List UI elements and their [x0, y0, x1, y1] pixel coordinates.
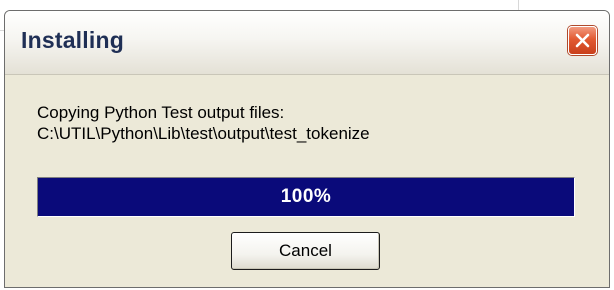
close-button[interactable] — [568, 26, 597, 55]
progress-bar: 100% — [37, 177, 575, 217]
dialog-body: Copying Python Test output files: C:\UTI… — [5, 75, 609, 287]
progress-percent-label: 100% — [280, 186, 332, 207]
file-path-text: C:\UTIL\Python\Lib\test\output\test_toke… — [37, 124, 370, 143]
cancel-button[interactable]: Cancel — [231, 232, 380, 270]
window-title: Installing — [21, 27, 124, 53]
close-x-icon — [575, 33, 590, 48]
installing-dialog: Installing Copying Python Test output fi… — [4, 10, 610, 288]
title-bar[interactable]: Installing — [5, 11, 609, 75]
status-message: Copying Python Test output files: C:\UTI… — [37, 102, 370, 144]
status-message-line: Copying Python Test output files: — [37, 103, 285, 122]
screen: Installing Copying Python Test output fi… — [0, 0, 614, 290]
